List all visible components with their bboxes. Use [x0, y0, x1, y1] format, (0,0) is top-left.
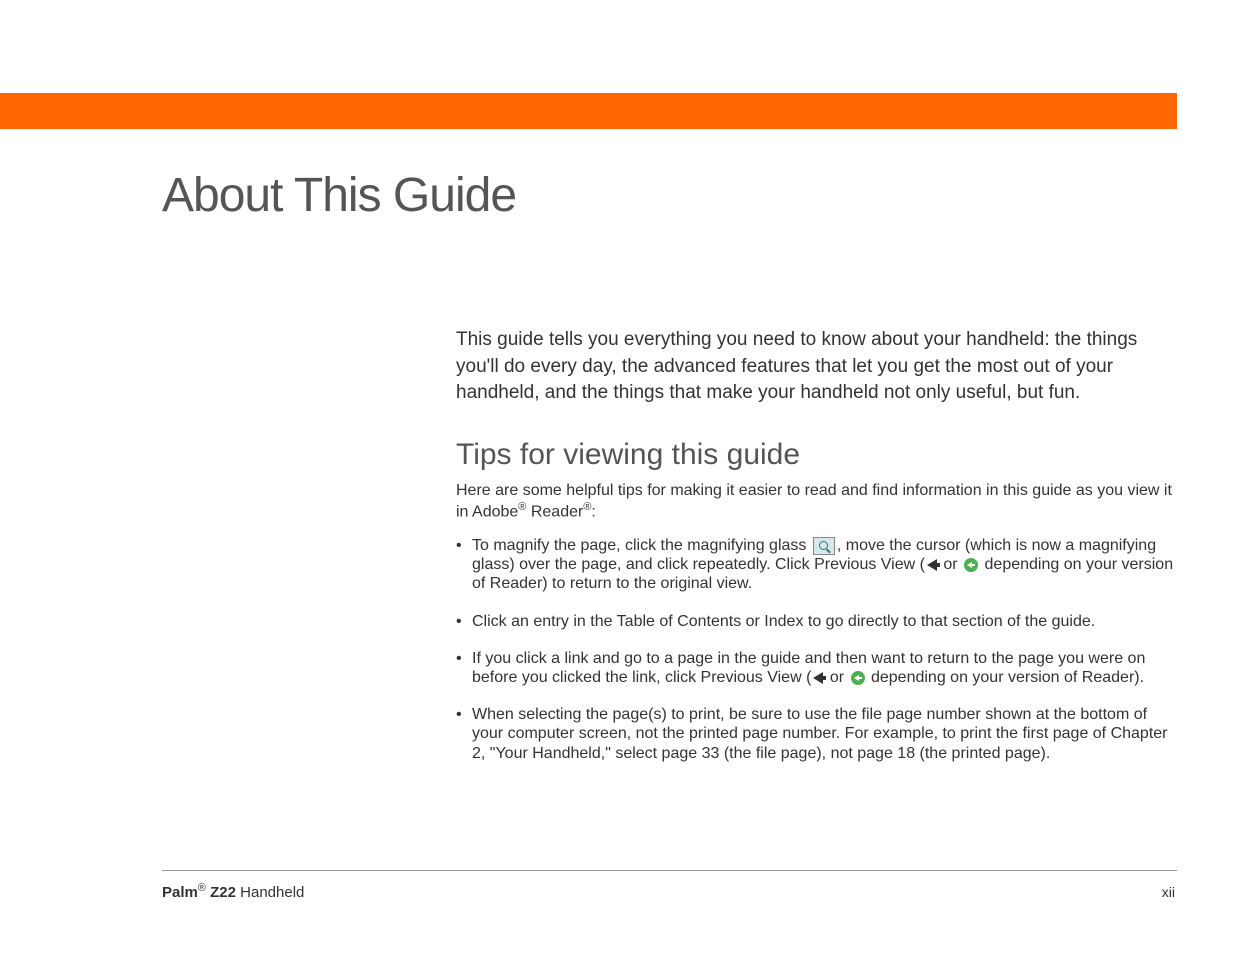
footer-model: Z22	[206, 884, 236, 901]
list-item: Click an entry in the Table of Contents …	[456, 612, 1176, 631]
bullet-text: or	[939, 556, 962, 573]
bullet-text: or	[825, 669, 848, 686]
intro-paragraph: This guide tells you everything you need…	[456, 327, 1176, 407]
previous-view-green-icon	[964, 558, 978, 572]
footer-page-number: xii	[1162, 884, 1175, 900]
registered-symbol: ®	[198, 882, 206, 894]
page-title: About This Guide	[162, 168, 516, 223]
bullet-text: depending on your version of Reader).	[867, 669, 1145, 686]
previous-view-arrow-icon	[927, 559, 937, 571]
tips-bullet-list: To magnify the page, click the magnifyin…	[456, 536, 1176, 781]
footer-divider	[162, 870, 1177, 871]
list-item: To magnify the page, click the magnifyin…	[456, 536, 1176, 594]
header-accent-bar	[0, 93, 1177, 129]
tips-intro-mid: Reader	[526, 503, 583, 520]
footer-product-label: Palm® Z22 Handheld	[162, 882, 304, 901]
tips-intro-post: :	[591, 503, 595, 520]
bullet-text: When selecting the page(s) to print, be …	[472, 706, 1168, 761]
previous-view-arrow-icon	[813, 672, 823, 684]
footer-product: Handheld	[236, 884, 304, 901]
footer-brand: Palm	[162, 884, 198, 901]
bullet-text: Click an entry in the Table of Contents …	[472, 613, 1095, 630]
list-item: If you click a link and go to a page in …	[456, 649, 1176, 687]
section-heading: Tips for viewing this guide	[456, 438, 800, 472]
magnifying-glass-icon	[813, 537, 835, 555]
tips-intro-text: Here are some helpful tips for making it…	[456, 481, 1176, 522]
list-item: When selecting the page(s) to print, be …	[456, 705, 1176, 763]
previous-view-green-icon	[851, 671, 865, 685]
bullet-text: To magnify the page, click the magnifyin…	[472, 537, 811, 554]
